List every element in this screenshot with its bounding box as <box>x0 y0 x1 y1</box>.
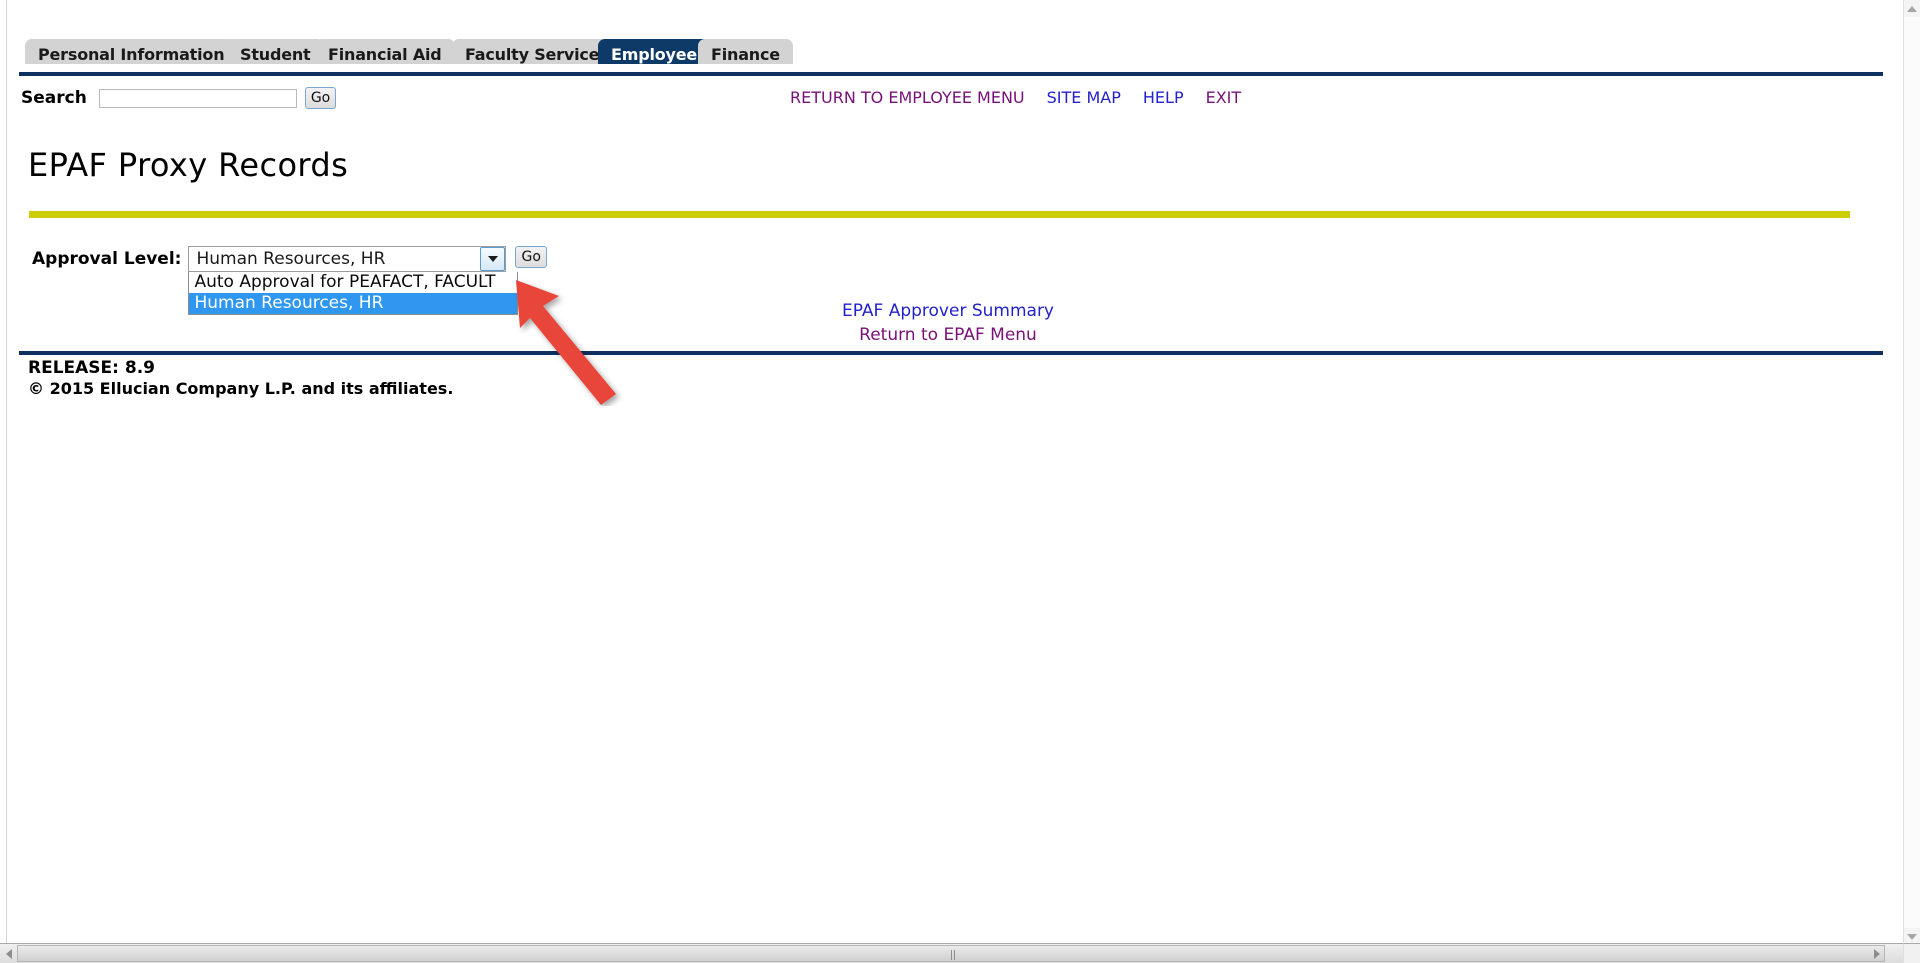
scrollbar-grip-icon <box>951 950 955 960</box>
scroll-up-button[interactable] <box>1904 0 1920 17</box>
header-divider-rule <box>19 72 1883 76</box>
top-nav-links: RETURN TO EMPLOYEE MENU SITE MAP HELP EX… <box>790 88 1241 107</box>
scrollbar-corner <box>1903 943 1920 963</box>
window-left-border <box>0 0 7 963</box>
tab-label: Financial Aid <box>328 45 442 64</box>
tab-label: Faculty Services <box>465 45 609 64</box>
triangle-down-icon <box>1907 933 1917 940</box>
main-tab-bar: Personal Information Student Financial A… <box>25 39 1903 72</box>
approval-level-go-button[interactable]: Go <box>515 246 547 268</box>
horizontal-scrollbar[interactable] <box>0 943 1903 963</box>
nav-link-exit[interactable]: EXIT <box>1206 88 1242 107</box>
footer-copyright: © 2015 Ellucian Company L.P. and its aff… <box>28 379 454 398</box>
footer-divider-rule <box>19 351 1883 355</box>
footer: RELEASE: 8.9 © 2015 Ellucian Company L.P… <box>28 358 453 399</box>
nav-link-return-to-employee-menu[interactable]: RETURN TO EMPLOYEE MENU <box>790 88 1025 107</box>
scroll-left-button[interactable] <box>1 945 17 962</box>
horizontal-scroll-thumb[interactable] <box>17 945 1885 962</box>
nav-link-site-map[interactable]: SITE MAP <box>1047 88 1121 107</box>
approval-level-selected-value: Human Resources, HR <box>196 249 386 269</box>
search-label: Search <box>21 88 87 108</box>
footer-release: RELEASE: 8.9 <box>28 358 155 378</box>
tab-student[interactable]: Student <box>227 39 324 64</box>
triangle-right-icon <box>1874 948 1880 959</box>
link-return-to-epaf-menu[interactable]: Return to EPAF Menu <box>8 325 1888 345</box>
tab-personal-information[interactable]: Personal Information <box>25 39 238 64</box>
scroll-right-button[interactable] <box>1869 945 1885 962</box>
yellow-divider-rule <box>29 211 1850 218</box>
tab-label: Personal Information <box>38 45 225 64</box>
option-human-resources[interactable]: Human Resources, HR <box>189 293 518 314</box>
search-input[interactable] <box>98 88 297 108</box>
tab-faculty-services[interactable]: Faculty Services <box>452 39 622 64</box>
page-content: Personal Information Student Financial A… <box>8 6 1903 926</box>
approval-level-option-list[interactable]: Auto Approval for PEAFACT, FACULT Human … <box>188 272 519 315</box>
search-go-button[interactable]: Go <box>304 87 337 109</box>
tab-finance[interactable]: Finance <box>698 39 793 64</box>
option-auto-approval[interactable]: Auto Approval for PEAFACT, FACULT <box>189 272 517 293</box>
tab-employee[interactable]: Employee <box>598 39 711 64</box>
approval-level-form: Approval Level: Human Resources, HR Auto… <box>32 246 547 315</box>
triangle-up-icon <box>1907 5 1917 12</box>
tab-label: Finance <box>711 45 780 64</box>
window-top-border <box>0 0 1920 5</box>
vertical-scrollbar[interactable] <box>1903 0 1920 963</box>
vertical-scroll-track[interactable] <box>1904 17 1920 946</box>
nav-link-help[interactable]: HELP <box>1143 88 1184 107</box>
tab-financial-aid[interactable]: Financial Aid <box>315 39 455 64</box>
approval-level-label: Approval Level: <box>32 249 182 269</box>
tab-label: Student <box>240 45 311 64</box>
search-bar: Search Go <box>21 84 337 112</box>
triangle-left-icon <box>6 948 12 959</box>
caret-shape <box>487 256 498 262</box>
chevron-down-icon[interactable] <box>480 247 506 271</box>
tab-label: Employee <box>611 45 698 64</box>
browser-window: Personal Information Student Financial A… <box>0 0 1920 963</box>
page-title: EPAF Proxy Records <box>28 146 349 184</box>
approval-level-select[interactable]: Human Resources, HR <box>188 246 507 272</box>
approval-level-select-wrapper: Human Resources, HR Auto Approval for PE… <box>188 246 519 315</box>
